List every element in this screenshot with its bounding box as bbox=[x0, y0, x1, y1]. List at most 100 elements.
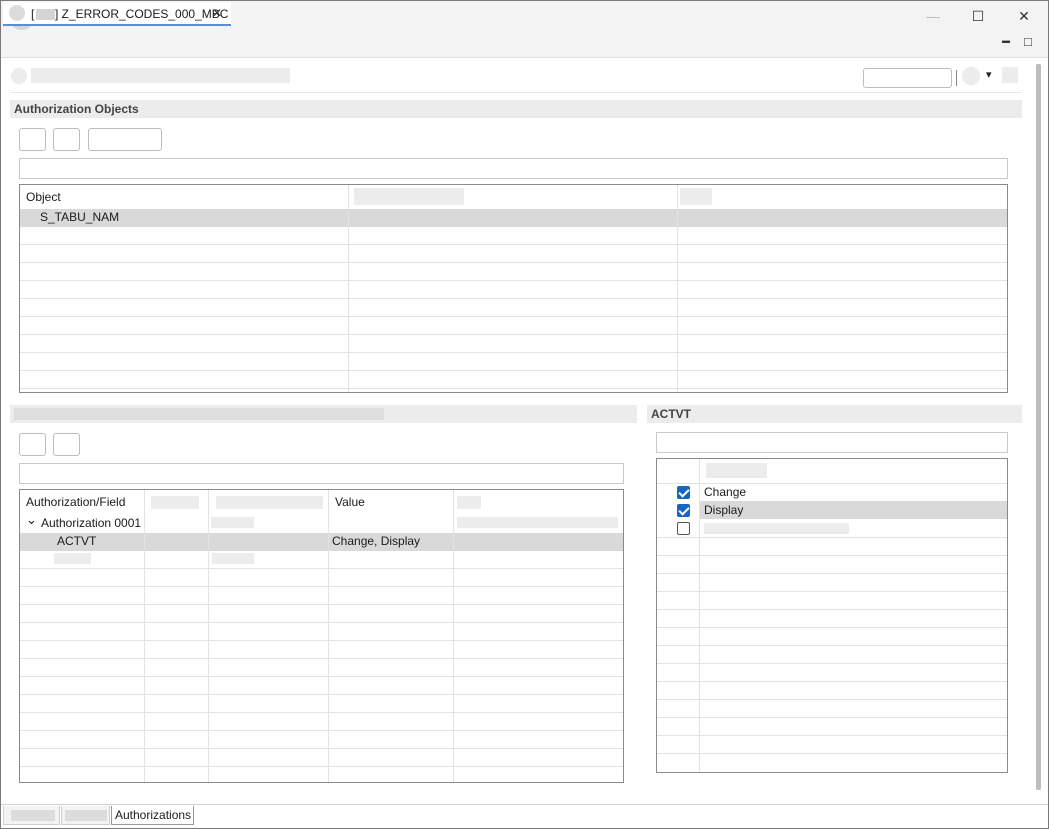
row-divider bbox=[20, 694, 623, 695]
toolbar-menu-icon[interactable] bbox=[1002, 67, 1018, 83]
row-divider bbox=[20, 730, 623, 731]
row-divider bbox=[657, 681, 1007, 682]
row-divider bbox=[657, 735, 1007, 736]
display-label[interactable]: Display bbox=[704, 503, 743, 517]
third-activity-checkbox[interactable] bbox=[677, 522, 690, 535]
auth-objects-table: Object S_TABU_NAM bbox=[19, 184, 1008, 393]
bottom-tab-1[interactable] bbox=[3, 806, 60, 825]
row-divider bbox=[20, 280, 1007, 281]
row-cell-placeholder bbox=[212, 553, 254, 564]
vertical-scrollbar[interactable] bbox=[1036, 64, 1041, 790]
bottom-tab-2[interactable] bbox=[61, 806, 110, 825]
row-divider bbox=[657, 537, 1007, 538]
bottom-tab-bar bbox=[1, 804, 1048, 805]
authorizations-tab[interactable]: Authorizations bbox=[111, 806, 194, 825]
row-divider bbox=[20, 388, 1007, 389]
row-divider bbox=[20, 244, 1007, 245]
toolbar-action-icon[interactable] bbox=[962, 67, 980, 85]
row-divider bbox=[20, 676, 623, 677]
row-divider bbox=[20, 316, 1007, 317]
actvt-values-table: Change Display bbox=[656, 458, 1008, 773]
object-filter-input[interactable] bbox=[19, 158, 1008, 179]
editor-tab[interactable]: [ ] Z_ERROR_CODES_000_MBC ✕ bbox=[3, 2, 231, 26]
auth-fields-title bbox=[14, 408, 384, 420]
row-divider bbox=[657, 627, 1007, 628]
column-header-auth-field[interactable]: Authorization/Field bbox=[26, 495, 125, 509]
row-divider bbox=[657, 483, 1007, 484]
group-cell-placeholder bbox=[457, 517, 618, 528]
object-cell[interactable]: S_TABU_NAM bbox=[40, 210, 119, 224]
column-divider bbox=[453, 490, 454, 782]
form-header-icon bbox=[11, 68, 27, 84]
change-checkbox[interactable] bbox=[677, 486, 690, 499]
toolbar-search-field[interactable] bbox=[863, 68, 952, 88]
field-filter-input[interactable] bbox=[19, 463, 624, 484]
editor-tab-bar bbox=[1, 32, 1048, 58]
column-header-value[interactable]: Value bbox=[335, 495, 365, 509]
row-divider bbox=[20, 604, 623, 605]
row-divider bbox=[20, 370, 1007, 371]
row-divider bbox=[20, 658, 623, 659]
bottom-tab-2-label bbox=[65, 810, 107, 821]
column-header-object[interactable]: Object bbox=[26, 190, 61, 204]
editor-tab-icon bbox=[9, 5, 25, 21]
editor-tab-title: ] Z_ERROR_CODES_000_MBC bbox=[55, 7, 229, 21]
actvt-filter-input[interactable] bbox=[656, 432, 1008, 453]
toolbar-separator bbox=[956, 70, 957, 86]
maximize-view-icon[interactable]: □ bbox=[1024, 34, 1032, 49]
chevron-down-icon[interactable]: ⌄ bbox=[26, 512, 37, 528]
display-checkbox[interactable] bbox=[677, 504, 690, 517]
add-object-button[interactable] bbox=[19, 128, 46, 151]
close-button[interactable]: ✕ bbox=[1001, 1, 1047, 32]
table-row-selected[interactable] bbox=[20, 209, 1007, 227]
column-header-5[interactable] bbox=[457, 496, 481, 509]
row-cell-placeholder bbox=[54, 553, 91, 564]
editor-tab-redacted bbox=[36, 9, 55, 20]
group-cell-placeholder bbox=[211, 517, 254, 528]
add-authorization-button[interactable] bbox=[19, 433, 46, 456]
chevron-down-icon[interactable]: ▾ bbox=[986, 68, 992, 81]
row-divider bbox=[20, 748, 623, 749]
row-divider bbox=[20, 640, 623, 641]
column-header-description[interactable] bbox=[706, 463, 767, 478]
row-divider bbox=[657, 717, 1007, 718]
row-divider bbox=[657, 609, 1007, 610]
row-divider bbox=[20, 568, 623, 569]
minimize-view-icon[interactable]: ▬ bbox=[1002, 36, 1010, 45]
row-divider bbox=[20, 712, 623, 713]
column-divider bbox=[208, 490, 209, 782]
toolbar-divider bbox=[10, 92, 1022, 93]
bottom-tab-1-label bbox=[11, 810, 55, 821]
column-header-3[interactable] bbox=[216, 496, 323, 509]
remove-authorization-button[interactable] bbox=[53, 433, 80, 456]
row-divider bbox=[20, 352, 1007, 353]
column-header-3[interactable] bbox=[680, 188, 712, 205]
minimize-button[interactable]: — bbox=[910, 1, 956, 32]
authorization-group-label[interactable]: Authorization 0001 bbox=[41, 516, 141, 530]
column-divider bbox=[677, 185, 678, 392]
actvt-header: ACTVT bbox=[647, 405, 1022, 423]
column-header-2[interactable] bbox=[354, 188, 464, 205]
form-header-title bbox=[31, 68, 290, 83]
row-divider bbox=[20, 298, 1007, 299]
table-row-selected[interactable] bbox=[20, 533, 623, 551]
field-name-cell[interactable]: ACTVT bbox=[57, 534, 96, 548]
row-divider bbox=[657, 699, 1007, 700]
table-row-selected[interactable] bbox=[700, 501, 1007, 519]
object-action-button[interactable] bbox=[88, 128, 162, 151]
row-divider bbox=[20, 334, 1007, 335]
row-divider bbox=[20, 766, 623, 767]
row-divider bbox=[657, 645, 1007, 646]
maximize-button[interactable]: ☐ bbox=[955, 1, 1001, 32]
change-label[interactable]: Change bbox=[704, 485, 746, 499]
editor-tab-prefix: [ bbox=[31, 7, 35, 21]
close-icon[interactable]: ✕ bbox=[212, 6, 222, 20]
column-header-2[interactable] bbox=[151, 496, 199, 509]
row-divider bbox=[657, 753, 1007, 754]
column-divider bbox=[348, 185, 349, 392]
column-divider bbox=[328, 490, 329, 782]
third-activity-label[interactable] bbox=[704, 523, 849, 534]
remove-object-button[interactable] bbox=[53, 128, 80, 151]
field-value-cell[interactable]: Change, Display bbox=[332, 534, 420, 548]
authorizations-tab-label: Authorizations bbox=[115, 808, 192, 822]
